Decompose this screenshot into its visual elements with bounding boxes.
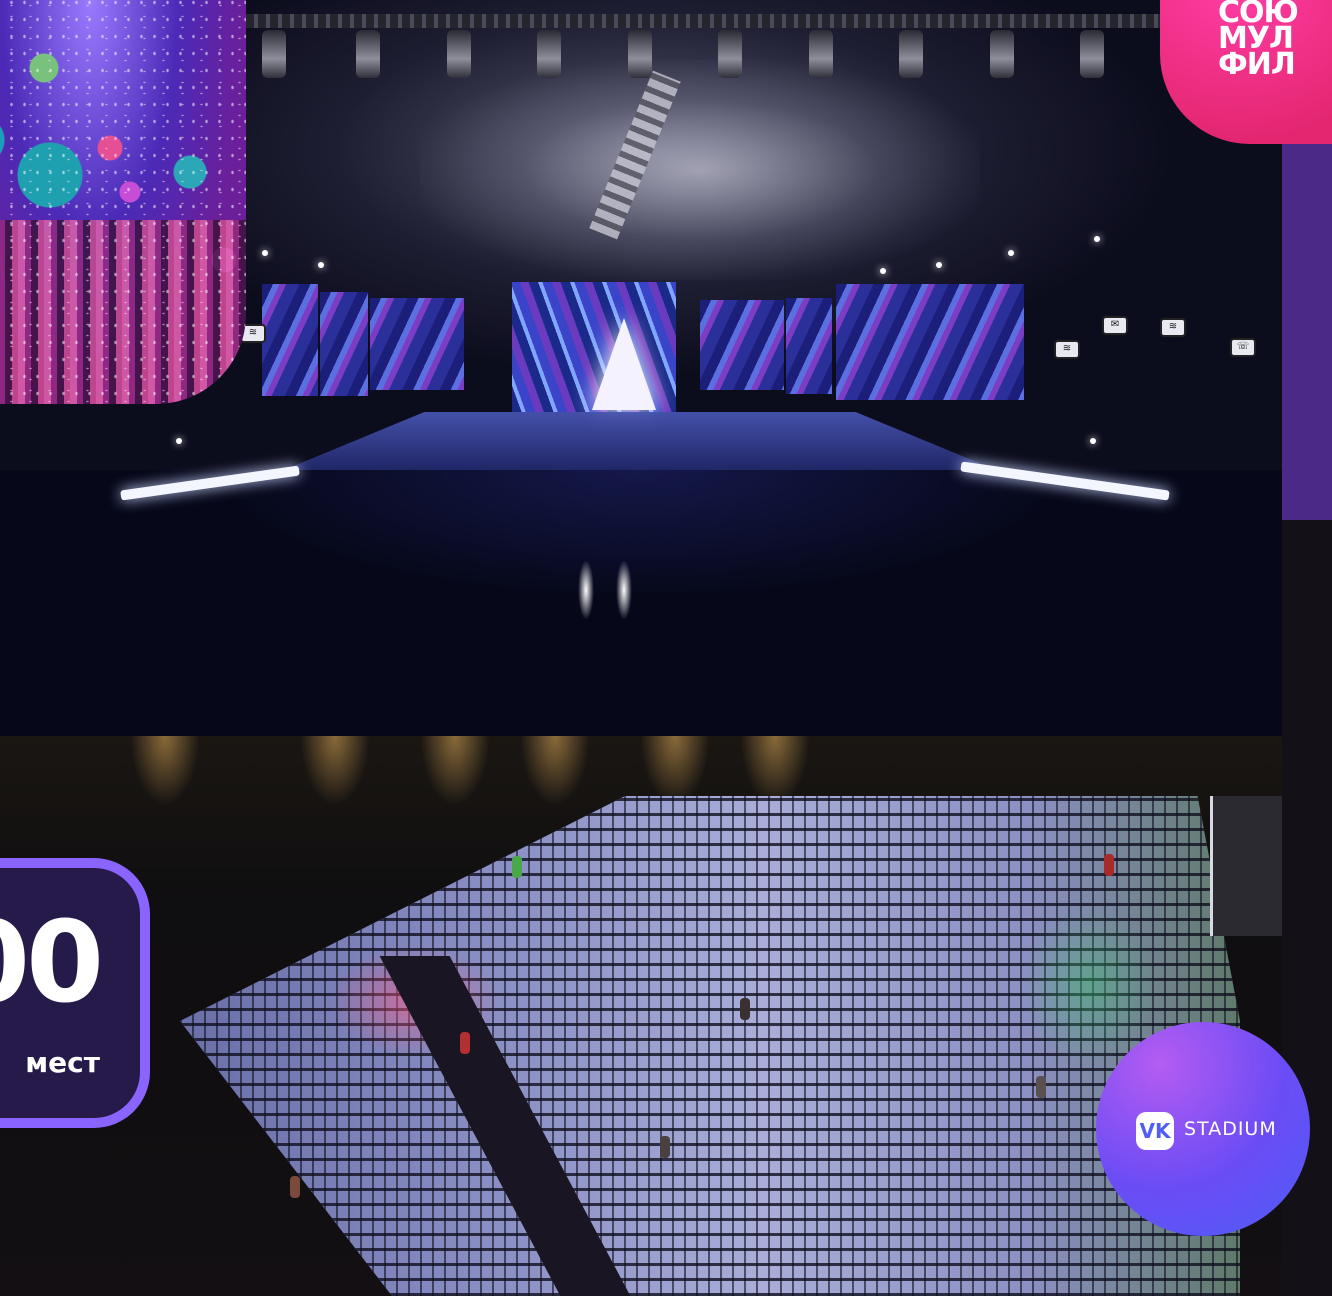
person [1036, 1076, 1046, 1098]
christmas-tree-graphic [592, 318, 656, 410]
moving-head-light [1080, 30, 1104, 78]
led-screen-left [320, 292, 368, 396]
phone-icon: ☏ [1230, 338, 1256, 357]
wall-sconce-light [420, 736, 490, 806]
confetti [0, 0, 246, 404]
led-screen-left-inner [370, 298, 464, 390]
moving-head-light [628, 30, 652, 78]
moving-head-light [262, 30, 286, 78]
person [460, 1032, 470, 1054]
arena-floor [0, 470, 1282, 736]
person [290, 1176, 300, 1198]
wifi-icon: ≋ [1054, 340, 1080, 359]
stage-haze [420, 60, 980, 280]
moving-head-light [356, 30, 380, 78]
moving-head-light [718, 30, 742, 78]
person [1104, 854, 1114, 876]
wall-sconce-light [640, 736, 710, 806]
stage-light-dot [1094, 236, 1100, 242]
person [512, 856, 522, 878]
seats-count-number: 00 [0, 898, 104, 1028]
moving-head-light [809, 30, 833, 78]
brand-logo-text: СОЮ МУЛ ФИЛ [1218, 0, 1332, 82]
moving-head-light [447, 30, 471, 78]
wall-sconce-light [300, 736, 370, 806]
stage-light-dot [1090, 438, 1096, 444]
stage-light-dot [262, 250, 268, 256]
seats-count-badge: 00 мест [0, 858, 150, 1128]
led-screen-right-outer [836, 284, 1024, 400]
seats-count-inner: 00 мест [0, 868, 140, 1118]
hall-render-image [0, 736, 1282, 1296]
moving-head-light [537, 30, 561, 78]
stage-light-dot [936, 262, 942, 268]
venue-name: STADIUM [1184, 1118, 1277, 1140]
balcony [1210, 796, 1282, 936]
lighting-truss [230, 14, 1170, 28]
person [740, 998, 750, 1020]
stage-light-dot [1008, 250, 1014, 256]
stage-light-dot [318, 262, 324, 268]
brand-line-3: ФИЛ [1218, 47, 1296, 82]
party-crowd-photo [0, 0, 246, 404]
floor-reflection [578, 560, 594, 620]
wall-sconce-light [740, 736, 810, 806]
person [660, 1136, 670, 1158]
stage-light-dot [176, 438, 182, 444]
led-screen-left-outer [262, 284, 318, 396]
led-screen-right-inner [700, 300, 784, 390]
stage-light-dot [880, 268, 886, 274]
moving-head-light [899, 30, 923, 78]
vk-stadium-badge: VK STADIUM [1096, 1022, 1310, 1236]
wall-sconce-light [130, 736, 200, 806]
mail-icon: ✉ [1102, 316, 1128, 335]
side-accent-panel [1282, 140, 1332, 520]
slide: ✉ ≋ ☏ ≋ ≋ СОЮ МУЛ ФИЛ 0 мест VK STADIUM [0, 0, 1332, 1296]
wifi-icon: ≋ [1160, 318, 1186, 337]
moving-head-light [990, 30, 1014, 78]
wall-sconce-light [520, 736, 590, 806]
seats-count-label: мест [25, 1046, 100, 1079]
floor-reflection [616, 560, 632, 620]
led-screen-right [786, 298, 832, 394]
vk-logo-icon: VK [1136, 1112, 1174, 1150]
